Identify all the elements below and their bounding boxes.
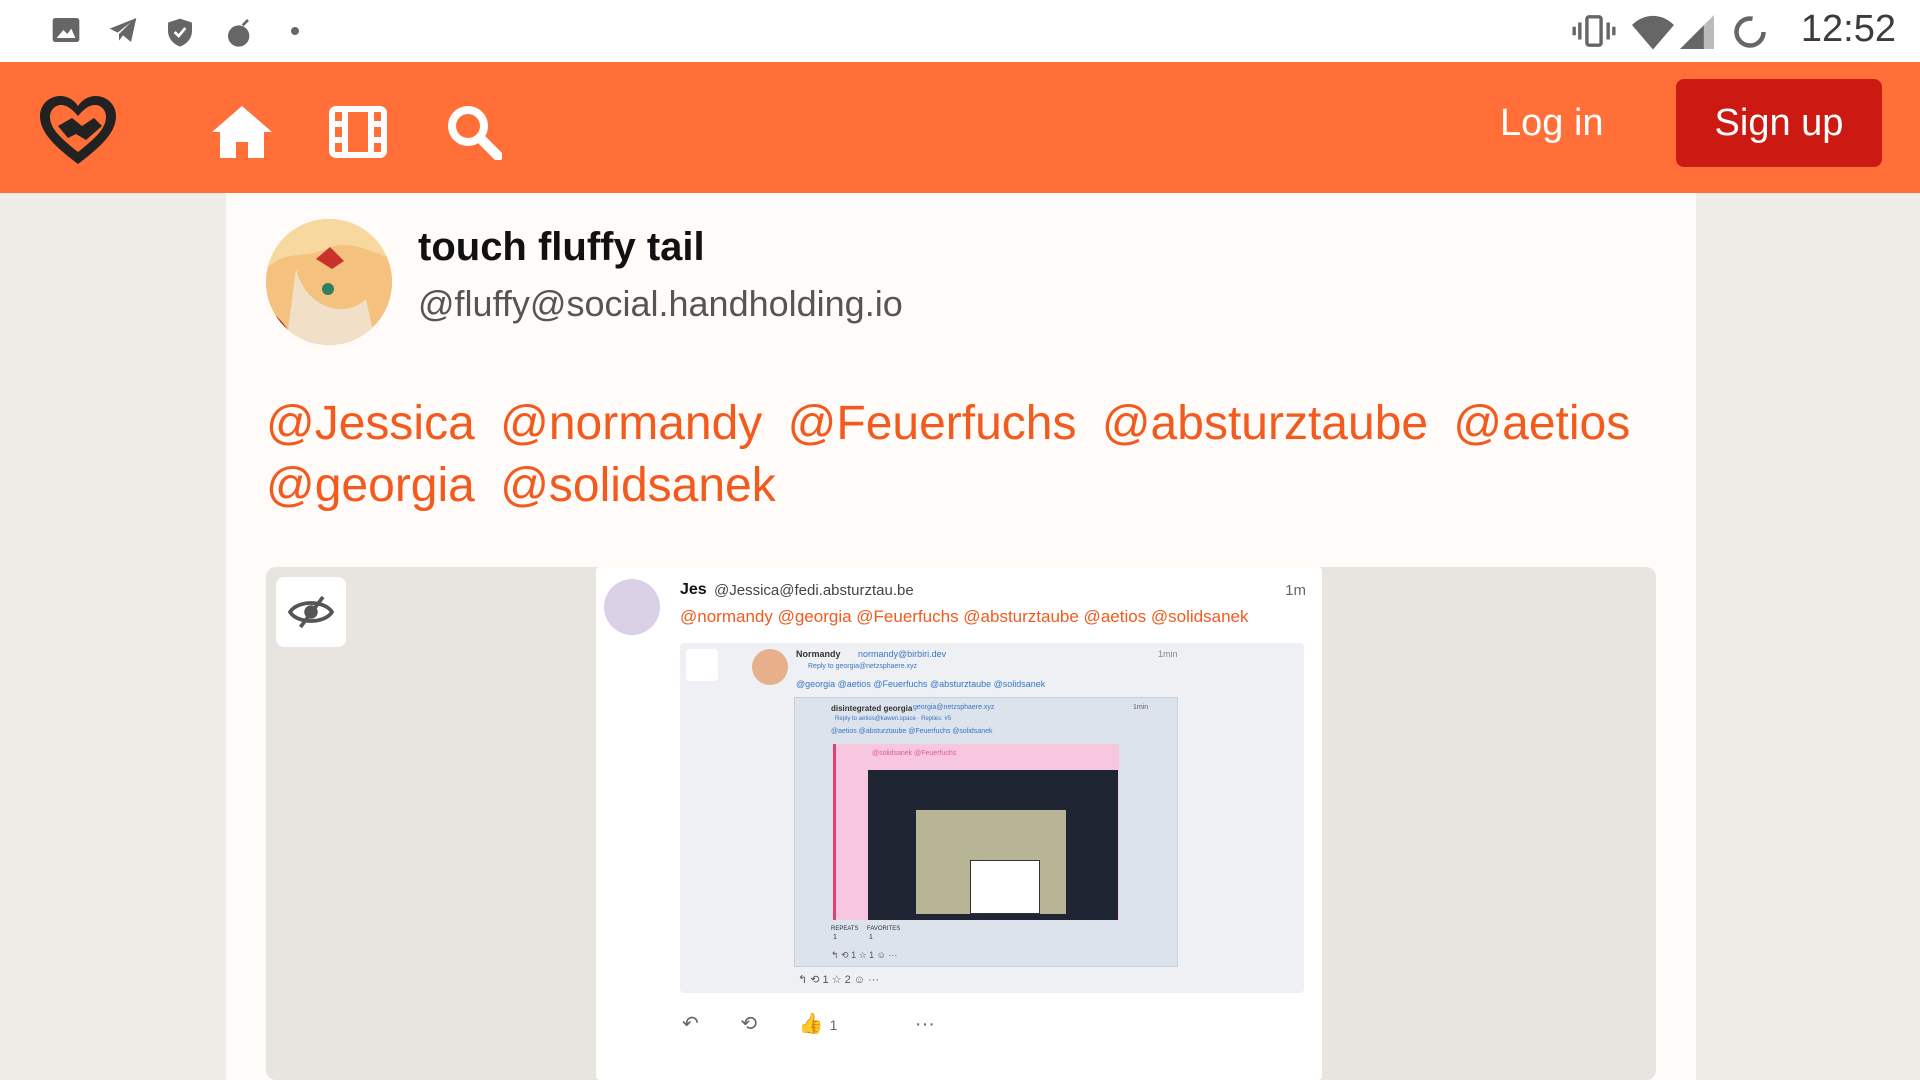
telegram-icon	[109, 18, 137, 42]
mention-link[interactable]: @solidsanek	[500, 459, 776, 512]
nested-eye-icon	[686, 649, 718, 681]
mention-link[interactable]: @georgia	[266, 459, 475, 512]
image-icon	[52, 18, 80, 42]
home-icon	[212, 106, 272, 158]
timeline-button[interactable]	[326, 100, 390, 164]
like-icon: 👍 1	[798, 1013, 838, 1035]
nested-quoted-post: disintegrated georgia georgia@netzsphaer…	[794, 697, 1178, 967]
wifi-icon	[1632, 15, 1674, 50]
media-attachment-image[interactable]: Jes @Jessica@fedi.absturztau.be 1m @norm…	[596, 567, 1322, 1080]
status-bar: 12:52	[0, 0, 1920, 62]
home-button[interactable]	[210, 100, 274, 164]
screenshot-mentions: @normandy @georgia @Feuerfuchs @absturzt…	[680, 607, 1249, 626]
bomb-icon	[228, 19, 250, 47]
eye-slash-icon	[287, 595, 335, 629]
more-icon: ···	[914, 1013, 935, 1035]
nested-avatar	[752, 649, 788, 685]
mention-link[interactable]: @Jessica	[266, 397, 475, 450]
hide-media-button[interactable]	[276, 577, 346, 647]
screenshot-name: Jes	[680, 581, 707, 598]
shield-check-icon	[168, 18, 192, 47]
mention-link[interactable]: @normandy	[500, 397, 762, 450]
repeat-icon: ⟲	[740, 1013, 758, 1035]
search-icon	[448, 106, 502, 160]
screenshot-nested-post: Normandy normandy@birbiri.dev 1min Reply…	[680, 643, 1304, 993]
account-handle[interactable]: @fluffy@social.handholding.io	[418, 283, 903, 325]
handholding-logo-icon[interactable]	[36, 92, 120, 168]
vibrate-icon	[1572, 15, 1616, 47]
mention-link[interactable]: @absturztaube	[1102, 397, 1428, 450]
media-gallery: Jes @Jessica@fedi.absturztau.be 1m @norm…	[266, 567, 1656, 1080]
status-content: @Jessica @normandy @Feuerfuchs @absturzt…	[266, 393, 1666, 517]
search-button[interactable]	[442, 100, 506, 164]
screenshot-actions: ↶ ⟲ 👍 1 ···	[682, 1011, 971, 1036]
login-link[interactable]: Log in	[1500, 102, 1604, 145]
film-icon	[329, 106, 387, 158]
reply-icon: ↶	[682, 1013, 699, 1035]
mention-link[interactable]: @aetios	[1453, 397, 1630, 450]
sync-circle-icon	[1734, 16, 1766, 48]
nested-image: @solidsanek @Feuerfuchs	[833, 744, 1119, 920]
dot-icon	[291, 27, 299, 35]
screenshot-avatar	[604, 579, 660, 635]
signup-button[interactable]: Sign up	[1676, 79, 1882, 167]
screenshot-time: 1m	[1285, 582, 1306, 599]
mention-link[interactable]: @Feuerfuchs	[788, 397, 1077, 450]
avatar[interactable]	[266, 219, 392, 345]
clock: 12:52	[1800, 8, 1896, 50]
status-card: touch fluffy tail @fluffy@social.handhol…	[226, 193, 1696, 1080]
screenshot-handle: @Jessica@fedi.absturztau.be	[714, 582, 914, 599]
top-navbar: Log in Sign up	[0, 62, 1920, 193]
cell-signal-icon	[1680, 15, 1714, 49]
display-name[interactable]: touch fluffy tail	[418, 225, 705, 270]
